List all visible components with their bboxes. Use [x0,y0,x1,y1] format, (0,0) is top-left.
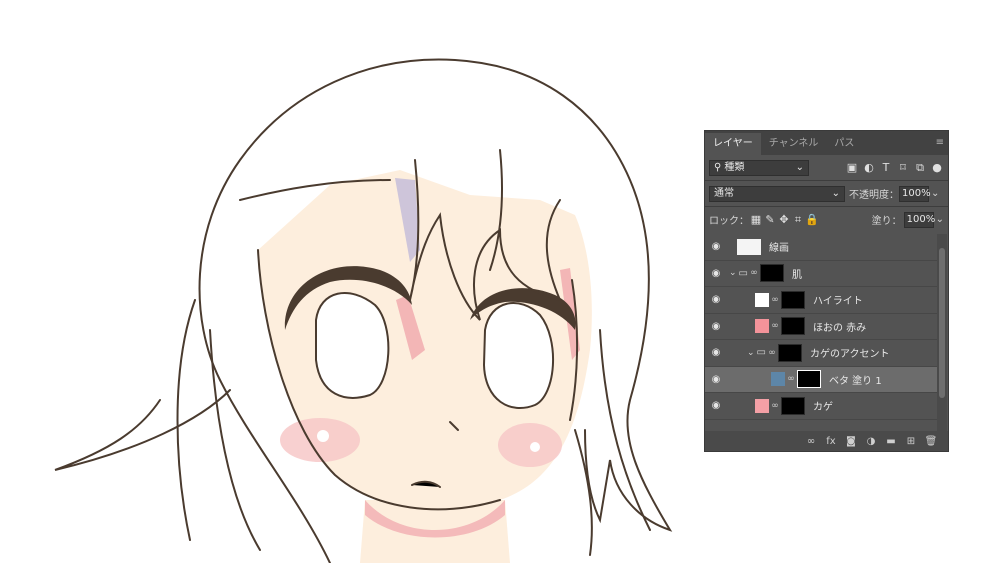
layer-mask-thumbnail [781,290,805,309]
cheek-highlight-left [317,430,329,442]
lock-transparency-icon[interactable]: ▦ [749,213,763,226]
group-mask-thumbnail [778,343,802,362]
lock-pixels-icon[interactable]: ✎ [763,213,777,226]
layer-mask-thumbnail [781,396,805,415]
link-layers-icon[interactable]: ∞ [804,436,818,447]
eye-icon[interactable]: ◉ [705,241,727,252]
layer-thumbnail [755,398,769,413]
layer-name: カゲ [813,402,833,414]
chevron-down-icon[interactable]: ⌄ [729,268,737,278]
layer-row-solid-fill[interactable]: ◉ ∞ ベタ 塗り 1 [705,366,940,393]
eye-left [315,292,390,399]
link-icon[interactable]: ∞ [769,295,781,305]
new-layer-icon[interactable]: ⊞ [904,436,918,447]
hair-left-strand [176,299,261,551]
filter-row: ⚲ 種類 ⌄ ▣ ◐ T ⌑ ⧉ ● [705,155,948,180]
chevron-down-icon[interactable]: ⌄ [747,348,755,358]
tab-layers[interactable]: レイヤー [705,133,761,155]
pixel-filter-icon[interactable]: ▣ [845,161,859,175]
layer-mask-thumbnail [797,370,821,389]
smartobject-filter-icon[interactable]: ⧉ [913,161,927,175]
eye-icon[interactable]: ◉ [705,347,727,358]
eye-icon[interactable]: ◉ [705,374,727,385]
link-icon[interactable]: ∞ [769,401,781,411]
opacity-input[interactable]: 100% [899,185,931,202]
layer-row-shadow-accent-group[interactable]: ◉ ⌄ ▭ ∞ カゲのアクセント [705,340,940,367]
trash-icon[interactable]: 🗑 [924,436,938,447]
eye-right [482,302,555,410]
search-icon: ⚲ [714,161,722,173]
adjustment-filter-icon[interactable]: ◐ [862,161,876,175]
tab-paths[interactable]: パス [826,133,862,155]
layer-name: 線画 [769,243,789,255]
new-group-icon[interactable]: ▬ [884,436,898,447]
opacity-value: 100% [902,187,931,199]
adjustment-layer-icon[interactable]: ◑ [864,436,878,447]
panel-menu-icon[interactable]: ≡ [936,137,944,148]
layer-row-cheek-blush[interactable]: ◉ ∞ ほおの 赤み [705,314,940,340]
lock-artboard-icon[interactable]: ⌗ [791,213,805,227]
lock-all-icon[interactable]: 🔒 [805,213,819,226]
lock-label: ロック： [709,216,749,227]
fill-label: 塗り： [871,216,902,227]
layer-filter-select[interactable]: ⚲ 種類 ⌄ [709,159,809,176]
panel-tabs: レイヤー チャンネル パス ≡ [705,131,948,155]
tab-channels[interactable]: チャンネル [761,133,827,155]
add-mask-icon[interactable]: ◙ [844,436,858,447]
filter-icons: ▣ ◐ T ⌑ ⧉ ● [809,161,944,175]
lock-row: ロック： ▦ ✎ ✥ ⌗ 🔒 塗り： 100% ⌄ [705,207,948,232]
fill-input[interactable]: 100% [903,211,936,228]
cheek-highlight-right [530,442,540,452]
link-icon[interactable]: ∞ [785,374,797,384]
layer-name: ベタ 塗り 1 [829,375,882,387]
chevron-down-icon: ⌄ [831,187,840,199]
link-icon[interactable]: ∞ [766,348,778,358]
illustration-canvas [54,58,673,563]
group-mask-thumbnail [760,264,784,283]
shape-filter-icon[interactable]: ⌑ [896,161,910,175]
layers-list: ◉ 線画 ◉ ⌄ ▭ ∞ 肌 ◉ ∞ ハイライト ◉ ∞ ほおの 赤み ◉ ⌄ … [705,234,940,431]
layers-bottom-toolbar: ∞ fx ◙ ◑ ▬ ⊞ 🗑 [705,431,948,451]
layer-filter-value: 種類 [724,161,745,173]
link-icon[interactable]: ∞ [769,321,781,331]
blend-row: 通常 ⌄ 不透明度： 100% ⌄ [705,181,948,206]
layer-row-shadow[interactable]: ◉ ∞ カゲ [705,393,940,420]
opacity-label: 不透明度： [849,190,899,201]
chevron-down-icon: ⌄ [795,161,804,173]
layers-panel: レイヤー チャンネル パス ≡ ⚲ 種類 ⌄ ▣ ◐ T ⌑ ⧉ ● 通常 ⌄ … [704,130,949,452]
layer-row-highlight[interactable]: ◉ ∞ ハイライト [705,287,940,314]
eye-icon[interactable]: ◉ [705,268,727,279]
filter-toggle-icon[interactable]: ● [930,161,944,175]
layer-row-lineart[interactable]: ◉ 線画 [705,234,940,261]
text-filter-icon[interactable]: T [879,161,893,175]
layer-row-skin-group[interactable]: ◉ ⌄ ▭ ∞ 肌 [705,261,940,287]
fill-dropdown-icon[interactable]: ⌄ [936,214,944,225]
lock-position-icon[interactable]: ✥ [777,213,791,226]
fill-value: 100% [906,213,936,225]
layers-scrollbar[interactable] [937,234,947,431]
folder-icon: ▭ [738,267,748,279]
layer-thumbnail [737,238,761,255]
scrollbar-thumb[interactable] [939,248,945,398]
blend-mode-select[interactable]: 通常 ⌄ [709,185,845,202]
opacity-dropdown-icon[interactable]: ⌄ [931,188,939,199]
blush-right [498,423,562,467]
eye-icon[interactable]: ◉ [705,321,727,332]
folder-icon: ▭ [756,347,766,359]
eye-icon[interactable]: ◉ [705,400,727,411]
hair-left-tip [54,389,231,471]
layer-name: 肌 [792,269,802,281]
fx-icon[interactable]: fx [824,436,838,447]
layer-name: カゲのアクセント [810,349,890,361]
layer-thumbnail [771,372,785,387]
layer-name: ほおの 赤み [813,322,867,334]
layer-thumbnail [755,292,769,307]
eye-icon[interactable]: ◉ [705,294,727,305]
layer-thumbnail [755,319,769,334]
layer-mask-thumbnail [781,317,805,336]
layer-name: ハイライト [813,296,863,308]
link-icon[interactable]: ∞ [748,268,760,278]
blend-mode-value: 通常 [714,187,734,199]
